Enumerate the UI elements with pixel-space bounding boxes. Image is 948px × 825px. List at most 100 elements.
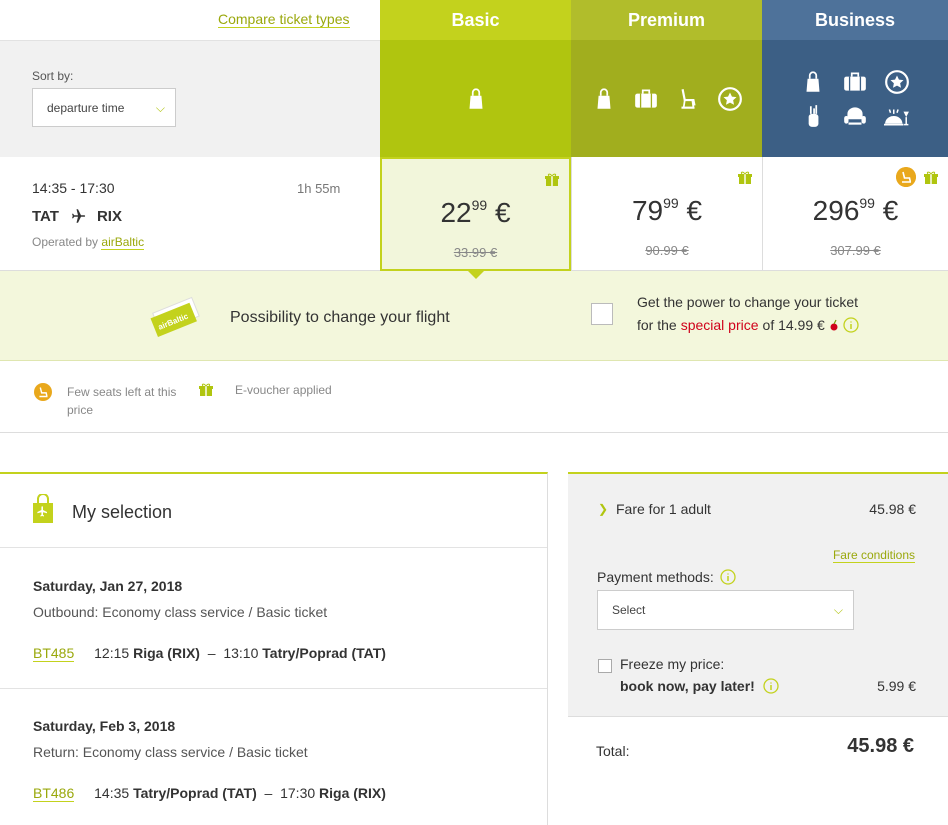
segment-flight: BT486 14:35 Tatry/Poprad (TAT) – 17:30 R… <box>33 785 386 802</box>
seats-left-icon <box>34 383 52 401</box>
price-cell-business[interactable]: 29699 € 307.99 € <box>762 157 948 271</box>
departure-place: Tatry/Poprad (TAT) <box>133 785 257 801</box>
special-price-text: special price <box>680 317 759 333</box>
seats-left-icon <box>896 167 916 187</box>
segment-date: Saturday, Feb 3, 2018 <box>33 718 176 734</box>
fare-label[interactable]: Fare for 1 adult <box>616 501 711 517</box>
my-selection-header: My selection <box>0 474 547 548</box>
star-icon <box>885 69 909 94</box>
fare-column-premium[interactable]: Premium <box>571 0 762 157</box>
star-icon <box>717 86 742 111</box>
segment-class: Return: Economy class service / Basic ti… <box>33 744 308 760</box>
freeze-price-checkbox[interactable] <box>598 659 612 673</box>
change-offer-line2: for the special price of 14.99 € <box>637 317 859 333</box>
legend-seats-text: Few seats left at this price <box>67 385 177 417</box>
golf-bag-icon <box>808 104 819 127</box>
seat-icon <box>681 88 696 109</box>
arrival-place: Riga (RIX) <box>319 785 386 801</box>
bag-icon <box>806 70 820 92</box>
carrier-link[interactable]: airBaltic <box>101 235 145 250</box>
fare-title-business: Business <box>814 10 896 30</box>
segment-divider <box>0 688 547 689</box>
freeze-price-text: book now, pay later! <box>620 678 755 694</box>
segment-flight: BT485 12:15 Riga (RIX) – 13:10 Tatry/Pop… <box>33 645 386 662</box>
legend-voucher-text: E-voucher applied <box>235 383 332 397</box>
selected-fare-pointer <box>466 269 486 279</box>
gift-icon <box>924 171 938 184</box>
freeze-price-value: 5.99 € <box>877 678 916 694</box>
total-label: Total: <box>596 743 630 759</box>
old-price-premium: 90.99 € <box>645 243 689 258</box>
change-flight-title: Possibility to change your flight <box>230 309 450 326</box>
origin-code: TAT <box>32 207 59 225</box>
fare-value: 45.98 € <box>869 501 916 517</box>
total-value: 45.98 € <box>847 735 914 757</box>
price-basic: 2299 € <box>440 197 511 228</box>
segment-date: Saturday, Jan 27, 2018 <box>33 578 183 594</box>
arrival-place: Tatry/Poprad (TAT) <box>262 645 386 661</box>
legend: Few seats left at this price E-voucher a… <box>0 361 948 433</box>
my-selection-title: My selection <box>72 502 173 522</box>
gift-icon <box>199 383 213 396</box>
bag-icon <box>469 87 482 109</box>
freeze-price-subtitle: book now, pay later! <box>620 678 779 694</box>
plane-icon <box>71 209 86 223</box>
sort-select[interactable]: departure time ⌵ <box>32 88 176 127</box>
payment-methods-text: Payment methods: <box>597 569 714 585</box>
suitcase-icon <box>844 71 866 91</box>
meal-icon <box>884 108 909 126</box>
operated-by-label: Operated by <box>32 235 99 249</box>
change-offer-line1: Get the power to change your ticket <box>637 294 859 310</box>
chevron-right-icon[interactable]: ❯ <box>598 502 608 516</box>
operated-by: Operated by airBaltic <box>32 235 145 250</box>
gift-icon <box>545 173 559 186</box>
flight-route: TAT RIX <box>32 207 122 225</box>
chevron-down-icon: ⌵ <box>833 603 843 617</box>
destination-code: RIX <box>96 207 122 225</box>
arrival-time: 13:10 <box>223 645 259 661</box>
change-offer-pre: for the <box>637 317 677 333</box>
old-price-basic: 33.99 € <box>453 245 498 260</box>
suitcase-icon <box>634 88 657 108</box>
shopping-bag-plane-icon <box>33 494 53 523</box>
flight-number-link[interactable]: BT486 <box>33 785 75 802</box>
info-icon[interactable] <box>843 317 859 333</box>
sort-label: Sort by: <box>32 69 74 83</box>
payment-methods-label: Payment methods: <box>597 569 736 585</box>
arrival-time: 17:30 <box>280 785 316 801</box>
flight-number-link[interactable]: BT485 <box>33 645 75 662</box>
fare-column-basic[interactable]: Basic <box>380 0 571 157</box>
lounge-chair-icon <box>844 106 866 125</box>
change-offer-price: of 14.99 € <box>762 317 825 333</box>
segment-class: Outbound: Economy class service / Basic … <box>33 604 328 620</box>
chevron-down-icon: ⌵ <box>155 101 165 115</box>
payment-select-value: Select <box>612 603 646 617</box>
price-business: 29699 € <box>812 195 899 226</box>
change-flight-banner: airBaltic Possibility to change your fli… <box>0 271 948 361</box>
total-box: Total: 45.98 € <box>568 717 948 825</box>
my-selection-panel: My selection Saturday, Jan 27, 2018 Outb… <box>0 472 548 825</box>
old-price-business: 307.99 € <box>830 243 881 258</box>
info-icon[interactable] <box>720 569 736 585</box>
fare-conditions-link[interactable]: Fare conditions <box>832 548 915 563</box>
price-cell-basic[interactable]: 2299 € 33.99 € <box>380 157 571 271</box>
flight-row[interactable]: 14:35 - 17:30 1h 55m TAT RIX Operated by… <box>0 157 948 271</box>
freeze-price-title: Freeze my price: <box>620 656 725 672</box>
price-cell-premium[interactable]: 7999 € 90.99 € <box>571 157 762 271</box>
fare-summary-panel: ❯ Fare for 1 adult 45.98 € Fare conditio… <box>568 472 948 825</box>
fare-title-premium: Premium <box>627 10 706 30</box>
price-premium: 7999 € <box>631 195 703 226</box>
change-flight-checkbox[interactable] <box>591 303 613 325</box>
flight-time: 14:35 - 17:30 <box>32 180 115 196</box>
cherry-icon <box>830 319 838 331</box>
fare-column-business[interactable]: Business <box>762 0 948 157</box>
fare-title-basic: Basic <box>451 10 500 30</box>
compare-ticket-types-link[interactable]: Compare ticket types <box>218 11 350 28</box>
departure-time: 12:15 <box>94 645 130 661</box>
departure-place: Riga (RIX) <box>133 645 200 661</box>
payment-methods-select[interactable]: Select ⌵ <box>597 590 854 630</box>
ticket-icon: airBaltic <box>150 296 200 337</box>
info-icon[interactable] <box>763 678 779 694</box>
flight-duration: 1h 55m <box>297 181 341 196</box>
sort-panel: Sort by: departure time ⌵ <box>0 40 380 157</box>
